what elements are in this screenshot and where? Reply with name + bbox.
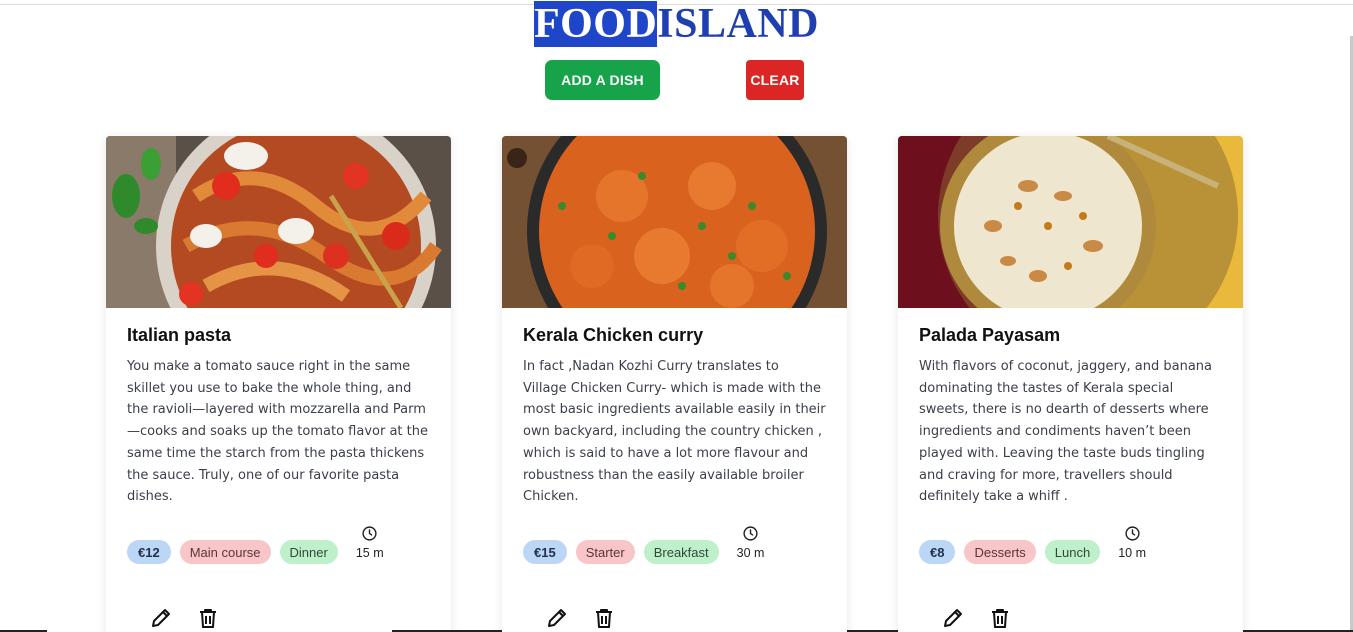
- dish-description: You make a tomato sauce right in the sam…: [127, 359, 428, 505]
- dish-card: Palada Payasam With flavors of coconut, …: [898, 136, 1243, 632]
- cook-time-value: 15 m: [355, 545, 384, 560]
- course-badge: Starter: [575, 540, 635, 564]
- dish-title: Kerala Chicken curry: [523, 325, 704, 345]
- cook-time-value: 30 m: [736, 545, 765, 560]
- clock-icon: [743, 525, 758, 541]
- course-badge: Desserts: [964, 540, 1036, 564]
- pencil-icon[interactable]: [545, 606, 569, 630]
- trash-icon[interactable]: [196, 606, 220, 630]
- pencil-icon[interactable]: [149, 606, 173, 630]
- page-title-rest: ISLAND: [657, 1, 820, 47]
- dish-title: Italian pasta: [127, 325, 232, 345]
- price-badge: €15: [523, 540, 567, 564]
- clock-icon: [1124, 525, 1140, 541]
- course-badge: Main course: [179, 540, 271, 564]
- dish-title: Palada Payasam: [919, 325, 1061, 345]
- meal-badge: Lunch: [1044, 540, 1101, 564]
- clear-button[interactable]: CLEAR: [746, 60, 804, 100]
- trash-icon[interactable]: [592, 606, 616, 630]
- add-dish-button[interactable]: ADD A DISH: [545, 60, 660, 100]
- dish-image-payasam: [898, 136, 1243, 308]
- cook-time: 10 m: [1118, 525, 1146, 560]
- dish-image-curry: [502, 136, 847, 308]
- trash-icon[interactable]: [988, 606, 1012, 630]
- price-badge: €12: [127, 540, 171, 564]
- meal-badge: Breakfast: [643, 540, 719, 564]
- meal-badge: Dinner: [279, 540, 338, 564]
- dish-card: Kerala Chicken curry In fact ,Nadan Kozh…: [502, 136, 847, 632]
- cook-time: 15 m: [356, 525, 384, 560]
- dish-card: Italian pasta You make a tomato sauce ri…: [106, 136, 451, 632]
- clock-icon: [362, 525, 377, 541]
- page-title-selected: FOOD: [533, 1, 658, 47]
- cook-time-value: 10 m: [1118, 545, 1146, 560]
- dish-description: With flavors of coconut, jaggery, and ba…: [919, 359, 1213, 505]
- dish-description: In fact ,Nadan Kozhi Curry translates to…: [523, 359, 826, 505]
- dish-image-pasta: [106, 136, 451, 308]
- page-title: FOODISLAND: [0, 1, 1353, 47]
- price-badge: €8: [919, 540, 956, 564]
- cook-time: 30 m: [736, 525, 765, 560]
- pencil-icon[interactable]: [941, 606, 965, 630]
